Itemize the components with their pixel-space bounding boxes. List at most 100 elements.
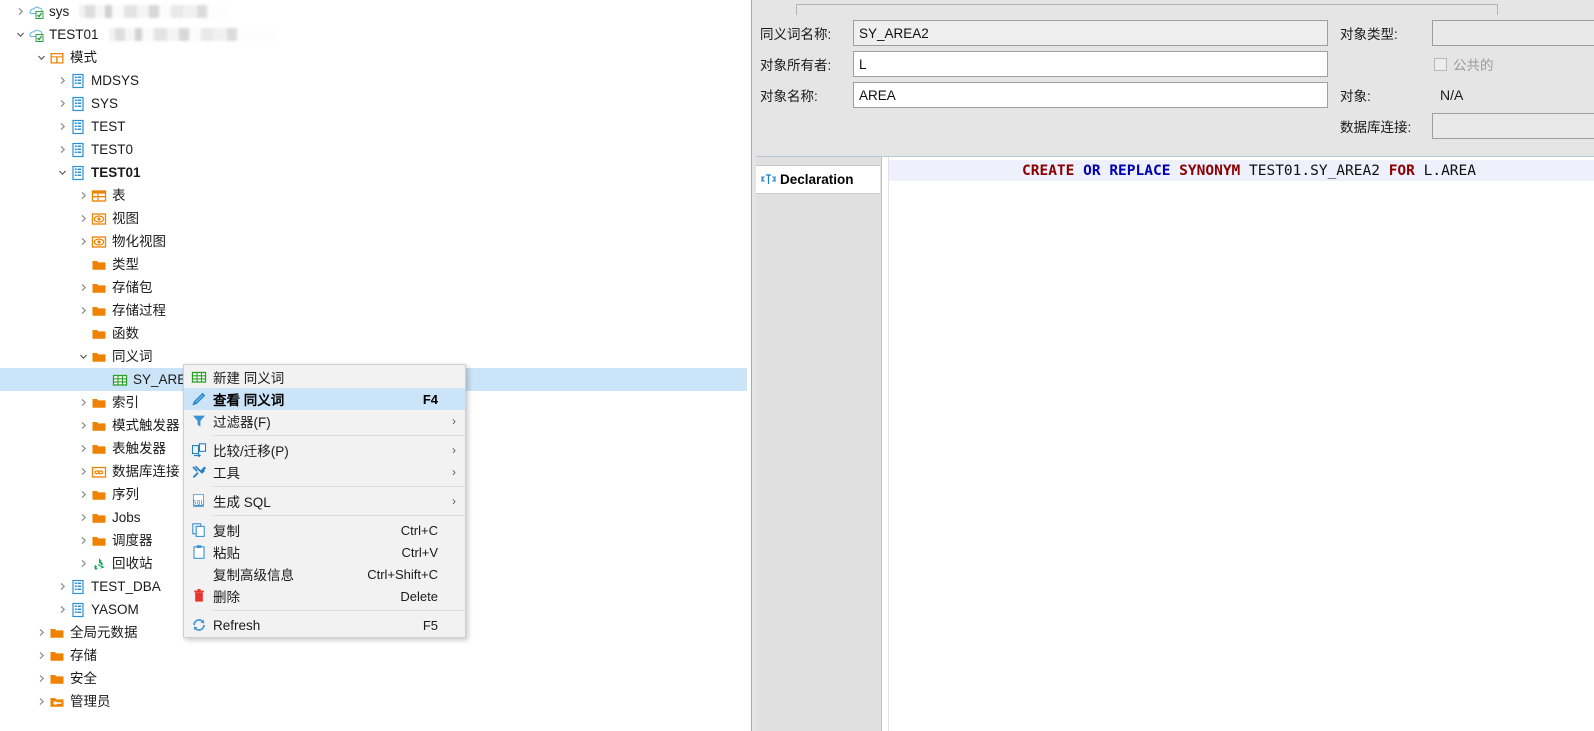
schema-icon [69, 69, 87, 92]
folder-icon [48, 667, 66, 690]
menu-item-11[interactable]: 复制高级信息 Ctrl+Shift+C [184, 563, 465, 585]
chevron-right-icon[interactable] [35, 690, 48, 713]
chevron-down-icon[interactable] [56, 161, 69, 184]
tree-item[interactable]: 模式 [0, 46, 747, 69]
menu-item-12[interactable]: 删除 Delete [184, 585, 465, 607]
tree-item[interactable]: 函数 [0, 322, 747, 345]
editor-side-tabs: Declaration [756, 157, 882, 731]
db-link-input[interactable] [1432, 113, 1594, 139]
object-name-input[interactable] [853, 82, 1328, 108]
tree-item[interactable]: 存储 [0, 644, 747, 667]
menu-item-0[interactable]: 新建 同义词 [184, 366, 465, 388]
menu-item-5[interactable]: 工具 › [184, 461, 465, 483]
public-checkbox[interactable] [1434, 57, 1447, 71]
chevron-right-icon[interactable] [56, 138, 69, 161]
menu-item-10[interactable]: 粘贴 Ctrl+V [184, 541, 465, 563]
submenu-chevron-icon: › [452, 443, 456, 457]
tree-item[interactable]: 存储过程 [0, 299, 747, 322]
chevron-right-icon[interactable] [35, 644, 48, 667]
chevron-down-icon[interactable] [35, 46, 48, 69]
tree-item[interactable]: 表 [0, 184, 747, 207]
folder-icon [90, 253, 108, 276]
twisty-placeholder [77, 253, 90, 276]
chevron-right-icon[interactable] [77, 506, 90, 529]
menu-item-4[interactable]: 比较/迁移(P) › [184, 439, 465, 461]
tree-item[interactable]: sys [0, 0, 747, 23]
tab-declaration[interactable]: Declaration [756, 165, 880, 194]
chevron-right-icon[interactable] [35, 621, 48, 644]
tree-item[interactable]: 管理员 [0, 690, 747, 713]
tree-item-label: Jobs [112, 510, 141, 525]
chevron-right-icon[interactable] [77, 184, 90, 207]
tree-item[interactable]: 类型 [0, 253, 747, 276]
tree-item-label: 全局元数据 [70, 625, 138, 640]
chevron-right-icon[interactable] [77, 299, 90, 322]
tree-item[interactable]: TEST01 [0, 23, 747, 46]
object-name-label: 对象名称: [760, 89, 818, 104]
synonym-name-input[interactable] [853, 20, 1328, 46]
chevron-right-icon[interactable] [56, 575, 69, 598]
chevron-right-icon[interactable] [77, 529, 90, 552]
tree-item[interactable]: 存储包 [0, 276, 747, 299]
chevron-right-icon[interactable] [77, 414, 90, 437]
tree-item-label: 存储过程 [112, 303, 166, 318]
generate-sql-icon: SQL [184, 490, 213, 512]
context-menu[interactable]: 新建 同义词 查看 同义词 F4 过滤器(F) › 比较/迁移(P) › 工具 › SQL 生成 S… [183, 364, 466, 638]
chevron-right-icon[interactable] [77, 552, 90, 575]
chevron-right-icon[interactable] [56, 92, 69, 115]
chevron-right-icon[interactable] [14, 0, 27, 23]
chevron-right-icon[interactable] [77, 276, 90, 299]
chevron-right-icon[interactable] [77, 391, 90, 414]
tree-item-label: 模式触发器 [112, 418, 180, 433]
chevron-right-icon[interactable] [77, 230, 90, 253]
object-owner-input[interactable] [853, 51, 1328, 77]
schema-icon [69, 575, 87, 598]
menu-item-accelerator: Delete [400, 588, 438, 604]
tree-item[interactable]: 视图 [0, 207, 747, 230]
tree-item[interactable]: TEST0 [0, 138, 747, 161]
tree-item[interactable]: MDSYS [0, 69, 747, 92]
tree-item[interactable]: 安全 [0, 667, 747, 690]
menu-item-7[interactable]: SQL 生成 SQL › [184, 490, 465, 512]
tree-item-label: 模式 [70, 50, 97, 65]
chevron-down-icon[interactable] [14, 23, 27, 46]
menu-item-accelerator: F4 [422, 391, 438, 407]
sql-statement-text: CREATE OR REPLACE SYNONYM TEST01.SY_AREA… [889, 163, 1476, 179]
folder-icon [48, 644, 66, 667]
view-icon [90, 207, 108, 230]
tree-item[interactable]: TEST01 [0, 161, 747, 184]
tree-item[interactable]: SYS [0, 92, 747, 115]
sql-code-view[interactable]: CREATE OR REPLACE SYNONYM TEST01.SY_AREA… [882, 157, 1594, 731]
none [184, 563, 213, 585]
chevron-right-icon[interactable] [77, 483, 90, 506]
chevron-right-icon[interactable] [77, 437, 90, 460]
menu-item-label: 复制高级信息 [213, 568, 294, 583]
menu-item-14[interactable]: Refresh F5 [184, 614, 465, 636]
menu-item-9[interactable]: 复制 Ctrl+C [184, 519, 465, 541]
chevron-right-icon[interactable] [56, 69, 69, 92]
object-type-input[interactable] [1432, 20, 1594, 46]
tree-item-label: YASOM [91, 602, 139, 617]
twisty-placeholder [98, 368, 111, 391]
chevron-right-icon[interactable] [77, 207, 90, 230]
sql-token: FOR [1388, 162, 1415, 179]
chevron-right-icon[interactable] [77, 460, 90, 483]
tree-item[interactable]: 物化视图 [0, 230, 747, 253]
chevron-down-icon[interactable] [77, 345, 90, 368]
chevron-right-icon[interactable] [35, 667, 48, 690]
object-type-row: 对象类型: [1340, 20, 1398, 46]
menu-separator [213, 515, 465, 516]
tree-item[interactable]: TEST [0, 115, 747, 138]
tree-item-label: 表 [112, 188, 126, 203]
new-synonym-icon [184, 366, 213, 388]
menu-item-1[interactable]: 查看 同义词 F4 [184, 388, 465, 410]
db-connection-icon [27, 0, 45, 23]
folder-icon [90, 529, 108, 552]
object-name-row: 对象名称: [760, 82, 860, 108]
chevron-right-icon[interactable] [56, 598, 69, 621]
public-checkbox-row[interactable]: 公共的 [1434, 51, 1494, 77]
menu-item-2[interactable]: 过滤器(F) › [184, 410, 465, 432]
chevron-right-icon[interactable] [56, 115, 69, 138]
tree-item-label: 存储包 [112, 280, 153, 295]
